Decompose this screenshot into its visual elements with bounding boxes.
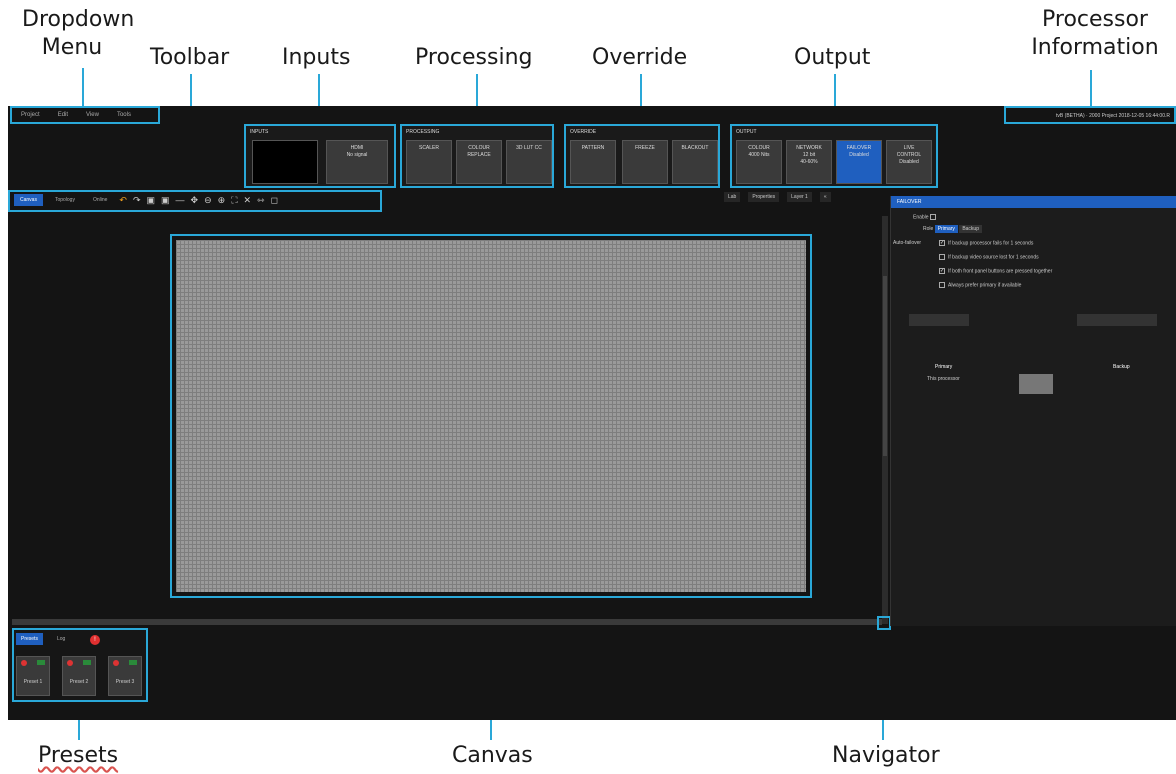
zoom-in-icon[interactable]: ⊕ [218, 195, 226, 206]
output-network[interactable]: NETWORK 12 bit 40-60% [786, 140, 832, 184]
tab-log[interactable]: Log [52, 633, 70, 645]
callout-processor-information: Processor Information [1031, 7, 1159, 60]
role-row: Role Primary Backup [923, 225, 982, 233]
override-freeze[interactable]: FREEZE [622, 140, 668, 184]
option-4[interactable]: Always prefer primary if available [939, 282, 1021, 288]
override-title: OVERRIDE [570, 129, 597, 135]
app-window: Project Edit View Tools tvB (BETHA) · 20… [8, 106, 1176, 720]
option-3[interactable]: ✓ If both front panel buttons are pressed… [939, 268, 1052, 274]
tab-online[interactable]: Online [87, 194, 113, 206]
enable-checkbox[interactable] [929, 214, 936, 220]
actual-size-icon[interactable]: ⇿ [257, 195, 265, 206]
edit-alt-icon[interactable]: ▣ [161, 195, 170, 206]
callout-toolbar: Toolbar [150, 45, 230, 70]
input-hdmi[interactable]: HDMI No signal [326, 140, 388, 184]
override-pattern[interactable]: PATTERN [570, 140, 616, 184]
processing-colour-replace[interactable]: COLOUR REPLACE [456, 140, 502, 184]
preset-card[interactable]: Preset 3 [108, 656, 142, 696]
alert-badge[interactable]: ! [90, 635, 100, 645]
select-icon[interactable]: ◻ [271, 195, 278, 206]
zoom-out-icon[interactable]: ⊖ [204, 195, 212, 206]
panel-title: FAILOVER [891, 196, 1176, 208]
backup-device-diagram [1077, 314, 1157, 326]
edit-icon[interactable]: ▣ [147, 195, 156, 206]
option-1[interactable]: ✓ If backup processor fails for 1 seconds [939, 240, 1033, 246]
dropdown-menu-bar: Project Edit View Tools [12, 108, 140, 124]
callout-dropdown-menu: Dropdown Menu [22, 7, 135, 60]
layer-select[interactable]: Layer 1 [787, 192, 812, 202]
callout-navigator: Navigator [832, 743, 940, 768]
role-primary[interactable]: Primary [934, 225, 958, 233]
output-colour[interactable]: COLOUR 4000 Nits [736, 140, 782, 184]
presets-panel: Presets Log ! Preset 1 Preset 2 Preset 3 [12, 628, 148, 702]
option-2[interactable]: If backup video source lost for 1 second… [939, 254, 1039, 260]
preset-card[interactable]: Preset 2 [62, 656, 96, 696]
inputs-group: INPUTS HDMI No signal [244, 124, 396, 188]
enable-label: Enable [913, 214, 929, 221]
role-label: Role [923, 226, 934, 232]
processor-box[interactable] [1019, 374, 1053, 394]
menu-tools[interactable]: Tools [108, 108, 140, 124]
backup-column: Backup [1113, 364, 1130, 370]
processing-scaler[interactable]: SCALER [406, 140, 452, 184]
fit-icon[interactable]: ⛶ [231, 195, 237, 206]
vertical-scrollbar[interactable] [882, 216, 888, 624]
view-bar: Lab Properties Layer 1 « [724, 192, 831, 202]
horizontal-scrollbar[interactable] [12, 619, 882, 625]
processor-information: tvB (BETHA) · 2000 Project 2018-12-05 16… [1056, 113, 1170, 119]
leader-dropdown [82, 68, 84, 108]
callout-inputs: Inputs [282, 45, 351, 70]
processing-group: PROCESSING SCALER COLOUR REPLACE 3D LUT … [400, 124, 554, 188]
processing-3dlut[interactable]: 3D LUT CC [506, 140, 552, 184]
undo-icon[interactable]: ↶ [119, 195, 127, 206]
callout-processing: Processing [415, 45, 533, 70]
callout-canvas: Canvas [452, 743, 533, 768]
canvas[interactable] [170, 234, 812, 598]
primary-column: Primary [935, 364, 953, 370]
collapse-icon[interactable]: « [819, 192, 831, 202]
tab-presets[interactable]: Presets [16, 633, 43, 645]
menu-view[interactable]: View [77, 108, 108, 124]
role-backup[interactable]: Backup [959, 225, 982, 233]
menu-edit[interactable]: Edit [49, 108, 77, 124]
callout-presets: Presets [38, 743, 119, 768]
override-group: OVERRIDE PATTERN FREEZE BLACKOUT [564, 124, 720, 188]
redo-icon[interactable]: ↷ [133, 195, 141, 206]
callout-override: Override [592, 45, 688, 70]
output-live-control[interactable]: LIVE CONTROL Disabled [886, 140, 932, 184]
inputs-title: INPUTS [250, 129, 269, 135]
processing-title: PROCESSING [406, 129, 440, 135]
toolbar: Canvas Topology Online ↶ ↷ ▣ ▣ — ✥ ⊖ ⊕ ⛶… [10, 190, 380, 210]
failover-panel: FAILOVER Enable Role Primary Backup Auto… [890, 196, 1176, 626]
vertical-scroll-thumb[interactable] [883, 276, 887, 456]
auto-failover-label: Auto-failover [893, 240, 922, 246]
tab-canvas[interactable]: Canvas [14, 194, 43, 206]
pan-icon[interactable]: ✥ [191, 195, 199, 206]
lab-toggle[interactable]: Lab [724, 192, 741, 202]
output-title: OUTPUT [736, 129, 757, 135]
override-blackout[interactable]: BLACKOUT [672, 140, 718, 184]
tab-topology[interactable]: Topology [49, 194, 81, 206]
leader-processor-info [1090, 70, 1092, 108]
output-failover[interactable]: FAILOVER Disabled [836, 140, 882, 184]
line-icon[interactable]: — [176, 195, 185, 205]
shrink-icon[interactable]: ✕ [244, 195, 252, 206]
primary-device-diagram [909, 314, 969, 326]
properties-toggle[interactable]: Properties [748, 192, 780, 202]
navigator[interactable] [877, 616, 891, 630]
callout-output: Output [794, 45, 871, 70]
canvas-grid[interactable] [176, 240, 806, 592]
enable-row: Enable [913, 214, 939, 220]
input-thumbnail[interactable] [252, 140, 318, 184]
preset-card[interactable]: Preset 1 [16, 656, 50, 696]
menu-project[interactable]: Project [12, 108, 49, 124]
this-processor-label: This processor [927, 376, 960, 382]
output-group: OUTPUT COLOUR 4000 Nits NETWORK 12 bit 4… [730, 124, 938, 188]
